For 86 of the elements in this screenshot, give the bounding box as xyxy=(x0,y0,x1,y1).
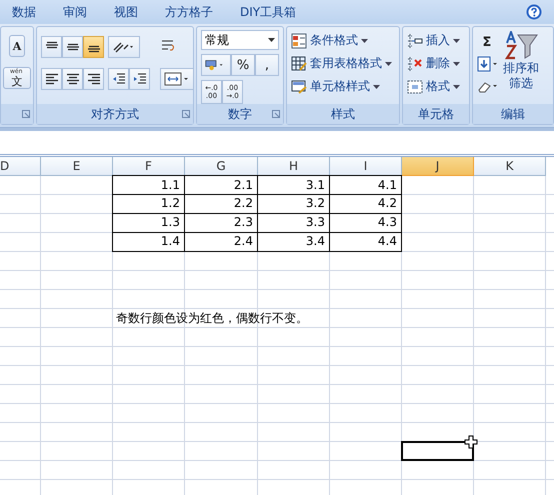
cells-menu-button[interactable]: 删除 xyxy=(407,53,465,74)
style-menu-button[interactable]: 套用表格格式 xyxy=(291,53,395,74)
table-cell: 4.1 xyxy=(329,175,402,195)
grow-font-button[interactable]: A xyxy=(8,35,26,57)
group-label: 数字 xyxy=(228,106,252,122)
ribbon-tab[interactable]: 视图 xyxy=(114,4,138,20)
caret-icon xyxy=(453,38,460,42)
table-format-icon xyxy=(291,56,307,72)
currency-button[interactable] xyxy=(201,54,231,76)
dialog-launcher-icon[interactable] xyxy=(272,110,280,118)
table-cell: 4.2 xyxy=(329,194,402,214)
caret-icon xyxy=(268,38,275,42)
table-cell: 1.4 xyxy=(112,232,185,252)
percent-button[interactable]: % xyxy=(231,54,255,76)
comma-button[interactable]: , xyxy=(255,54,279,76)
column-header[interactable]: K xyxy=(474,157,546,176)
ribbon-tab[interactable]: 审阅 xyxy=(63,4,87,20)
insert-cells-icon xyxy=(407,32,423,48)
group-label: 编辑 xyxy=(501,106,525,122)
vertical-align-button[interactable] xyxy=(83,36,104,58)
group-label: 单元格 xyxy=(418,106,454,122)
vertical-align-button[interactable] xyxy=(41,36,62,58)
column-header[interactable]: J xyxy=(402,157,474,176)
orientation-button[interactable] xyxy=(108,36,140,58)
table-cell: 1.1 xyxy=(112,175,185,195)
table-cell: 2.2 xyxy=(184,194,258,214)
indent-icon xyxy=(132,73,146,85)
column-header[interactable]: G xyxy=(185,157,258,176)
orientation-icon xyxy=(112,41,136,53)
table-cell: 1.2 xyxy=(112,194,185,214)
column-header[interactable]: D xyxy=(0,157,41,176)
align-lines-icon xyxy=(66,73,80,85)
table-cell: 3.4 xyxy=(257,232,330,252)
horizontal-align-button[interactable] xyxy=(41,68,62,90)
style-menu-button[interactable]: 单元格样式 xyxy=(291,76,395,97)
align-lines-icon xyxy=(66,41,80,53)
merge-center-button[interactable] xyxy=(160,68,194,90)
cross-cursor-icon xyxy=(464,435,478,449)
conditional-format-icon xyxy=(291,32,307,48)
caret-icon xyxy=(385,62,392,66)
format-cells-icon xyxy=(407,78,423,94)
decrease-indent-button[interactable] xyxy=(108,68,129,90)
style-menu-button[interactable]: 条件格式 xyxy=(291,30,395,51)
cells-menu-button[interactable]: 格式 xyxy=(407,76,465,97)
group-label: 对齐方式 xyxy=(91,106,139,122)
horizontal-align-button[interactable] xyxy=(83,68,104,90)
ribbon-tab[interactable]: DIY工具箱 xyxy=(240,4,296,20)
table-cell: 1.3 xyxy=(112,213,185,233)
cell-style-icon xyxy=(291,78,307,94)
note-text: 奇数行颜色设为红色，偶数行不变。 xyxy=(116,310,308,327)
indent-icon xyxy=(112,73,126,85)
cells-menu-button[interactable]: 插入 xyxy=(407,30,465,51)
table-cell: 3.1 xyxy=(257,175,330,195)
autosum-button[interactable]: Σ xyxy=(475,31,499,53)
table-cell: 4.3 xyxy=(329,213,402,233)
help-icon[interactable] xyxy=(526,4,542,20)
column-header[interactable]: H xyxy=(258,157,330,176)
dialog-launcher-icon[interactable] xyxy=(22,110,30,118)
column-header[interactable]: E xyxy=(41,157,113,176)
number-format-dropdown[interactable]: 常规 xyxy=(201,30,279,50)
sort-filter-button[interactable]: 排序和 筛选 xyxy=(503,31,539,104)
table-cell: 4.4 xyxy=(329,232,402,252)
table-cell: 2.1 xyxy=(184,175,258,195)
table-cell: 3.2 xyxy=(257,194,330,214)
delete-cells-icon xyxy=(407,56,423,72)
group-label: 样式 xyxy=(331,106,355,122)
table-cell: 3.3 xyxy=(257,213,330,233)
table-cell: 2.3 xyxy=(184,213,258,233)
fill-down-icon xyxy=(477,56,499,72)
merge-cells-icon xyxy=(164,72,190,86)
vertical-align-button[interactable] xyxy=(62,36,83,58)
ribbon-tab[interactable]: 方方格子 xyxy=(165,4,213,20)
table-cell: 2.4 xyxy=(184,232,258,252)
increase-indent-button[interactable] xyxy=(129,68,150,90)
caret-icon xyxy=(373,84,380,88)
caret-icon xyxy=(453,62,460,66)
align-lines-icon xyxy=(86,73,100,85)
caret-icon xyxy=(361,38,368,42)
ribbon-tab[interactable]: 数据 xyxy=(12,4,36,20)
column-header[interactable]: F xyxy=(113,157,185,176)
caret-icon xyxy=(453,84,460,88)
column-header[interactable]: I xyxy=(330,157,402,176)
align-lines-icon xyxy=(44,73,58,85)
sort-filter-icon xyxy=(504,31,538,61)
horizontal-align-button[interactable] xyxy=(62,68,83,90)
dialog-launcher-icon[interactable] xyxy=(182,110,190,118)
